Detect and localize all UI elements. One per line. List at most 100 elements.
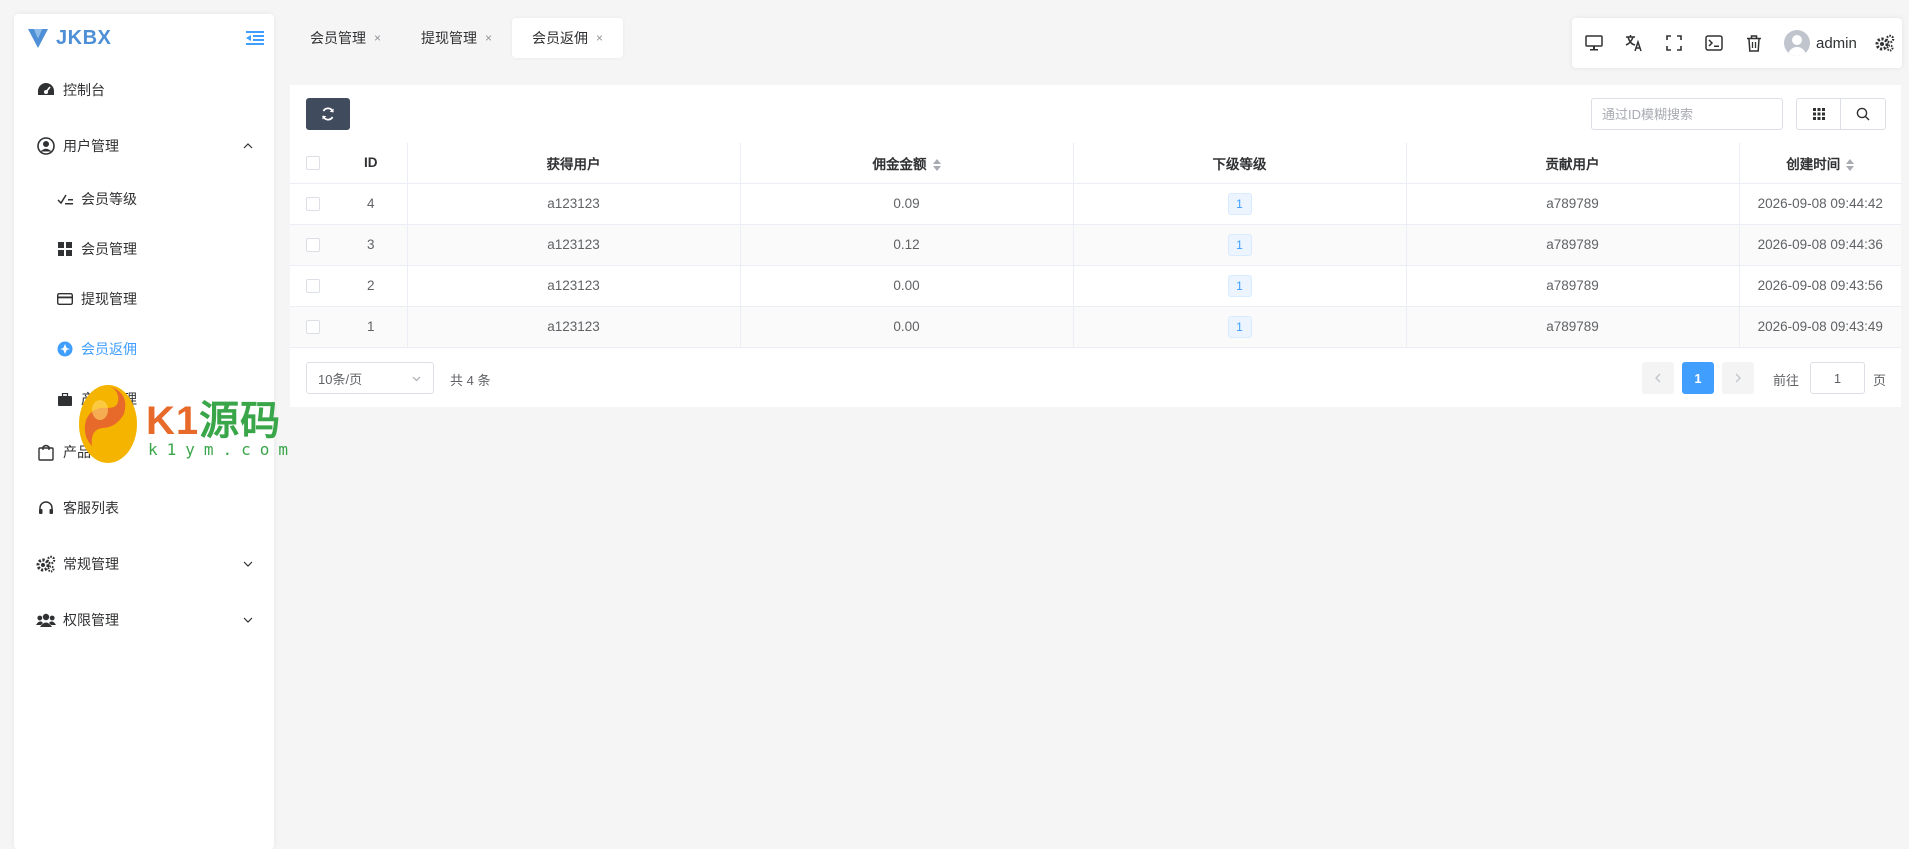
refresh-icon — [322, 107, 334, 121]
logo-text: JKBX — [56, 26, 112, 49]
user-name[interactable]: admin — [1816, 35, 1857, 52]
row-checkbox[interactable] — [305, 238, 320, 253]
row-checkbox[interactable] — [305, 320, 320, 335]
sidebar-item-dashboard[interactable]: 控制台 — [14, 62, 274, 118]
translate-icon[interactable] — [1624, 33, 1644, 53]
cell-id: 2 — [335, 265, 407, 307]
column-header-contributor: 贡献用户 — [1405, 143, 1739, 184]
cell-id: 1 — [335, 306, 407, 348]
sort-icon[interactable] — [932, 159, 941, 172]
grid-icon — [1812, 108, 1825, 120]
sidebar-item-member-level[interactable]: 会员等级 — [14, 174, 274, 224]
user-circle-icon — [36, 136, 56, 156]
row-checkbox[interactable] — [305, 279, 320, 294]
sidebar-item-label: 会员管理 — [81, 241, 137, 257]
tab-label: 提现管理 — [421, 30, 478, 46]
tab-close-icon[interactable]: × — [596, 31, 603, 45]
tab-member-management[interactable]: 会员管理 × — [290, 18, 401, 58]
tab-commission[interactable]: 会员返佣 × — [512, 18, 624, 58]
table-header-row: ID 获得用户 佣金金额 下级等级 贡献用户 创建时间 — [290, 143, 1901, 184]
commission-table: ID 获得用户 佣金金额 下级等级 贡献用户 创建时间 4 a123123 0.… — [290, 143, 1901, 348]
select-all-cell — [290, 143, 335, 184]
cell-created: 2026-09-08 09:43:49 — [1738, 306, 1901, 348]
cell-level: 1 — [1072, 306, 1406, 348]
table-row[interactable]: 4 a123123 0.09 1 a789789 2026-09-08 09:4… — [290, 183, 1901, 225]
table-tools — [1796, 98, 1886, 130]
cell-id: 4 — [335, 183, 407, 225]
cell-created: 2026-09-08 09:44:36 — [1738, 224, 1901, 266]
sidebar-item-withdrawal[interactable]: 提现管理 — [14, 274, 274, 324]
column-settings-button[interactable] — [1796, 98, 1841, 130]
page-size-value: 10条/页 — [318, 371, 363, 387]
cell-contributor: a789789 — [1405, 265, 1739, 307]
next-page-button[interactable] — [1722, 362, 1754, 394]
cell-id: 3 — [335, 224, 407, 266]
cell-amount: 0.09 — [739, 183, 1073, 225]
dashboard-icon — [36, 80, 56, 100]
sidebar-item-user-management[interactable]: 用户管理 — [14, 118, 274, 174]
sidebar-item-label: 产品管理 — [81, 391, 137, 407]
sidebar-item-customer-service[interactable]: 客服列表 — [14, 480, 274, 536]
fullscreen-icon[interactable] — [1664, 33, 1684, 53]
select-all-checkbox[interactable] — [305, 156, 320, 171]
refresh-button[interactable] — [306, 98, 350, 130]
cell-created: 2026-09-08 09:44:42 — [1738, 183, 1901, 225]
logo-icon — [28, 29, 48, 48]
table-row[interactable]: 2 a123123 0.00 1 a789789 2026-09-08 09:4… — [290, 265, 1901, 307]
cell-user: a123123 — [406, 306, 740, 348]
avatar[interactable] — [1784, 30, 1810, 56]
cell-created: 2026-09-08 09:43:56 — [1738, 265, 1901, 307]
search-input[interactable] — [1591, 98, 1783, 130]
menu-collapse-icon[interactable] — [246, 30, 264, 46]
tab-close-icon[interactable]: × — [485, 31, 492, 45]
headset-icon — [36, 498, 56, 518]
checklist-icon — [56, 190, 74, 208]
sidebar: JKBX 控制台 用户管理 会员等级 会员管理 提现管理 会员返佣 产品管理 产… — [14, 14, 274, 849]
cell-level: 1 — [1072, 224, 1406, 266]
logo-row: JKBX — [14, 14, 274, 62]
chevron-down-icon — [243, 617, 253, 623]
column-header-level: 下级等级 — [1072, 143, 1406, 184]
row-checkbox[interactable] — [305, 197, 320, 212]
sidebar-nav: 控制台 用户管理 会员等级 会员管理 提现管理 会员返佣 产品管理 产品 客服列… — [14, 62, 274, 648]
chevron-down-icon — [412, 376, 421, 382]
level-badge: 1 — [1227, 315, 1252, 338]
page-number-button[interactable]: 1 — [1682, 362, 1714, 394]
table-row[interactable]: 3 a123123 0.12 1 a789789 2026-09-08 09:4… — [290, 224, 1901, 266]
cell-contributor: a789789 — [1405, 183, 1739, 225]
trash-icon[interactable] — [1744, 33, 1764, 53]
sidebar-item-label: 产品 — [63, 444, 91, 460]
settings-icon[interactable] — [1875, 33, 1895, 53]
briefcase-icon — [56, 390, 74, 408]
sidebar-item-member-management[interactable]: 会员管理 — [14, 224, 274, 274]
sidebar-item-products[interactable]: 产品 — [14, 424, 274, 480]
sidebar-item-product-admin[interactable]: 产品管理 — [14, 374, 274, 424]
page-size-select[interactable]: 10条/页 — [306, 362, 434, 394]
sidebar-item-general-management[interactable]: 常规管理 — [14, 536, 274, 592]
cell-user: a123123 — [406, 183, 740, 225]
sidebar-item-permission-management[interactable]: 权限管理 — [14, 592, 274, 648]
tab-close-icon[interactable]: × — [374, 31, 381, 45]
cell-amount: 0.00 — [739, 265, 1073, 307]
tab-label: 会员返佣 — [532, 30, 589, 46]
column-header-created[interactable]: 创建时间 — [1738, 143, 1901, 184]
cell-user: a123123 — [406, 265, 740, 307]
chevron-up-icon — [243, 143, 253, 149]
sidebar-item-label: 客服列表 — [63, 500, 119, 516]
tab-withdrawal[interactable]: 提现管理 × — [401, 18, 512, 58]
column-header-amount[interactable]: 佣金金额 — [739, 143, 1073, 184]
sidebar-item-label: 用户管理 — [63, 138, 119, 154]
table-row[interactable]: 1 a123123 0.00 1 a789789 2026-09-08 09:4… — [290, 306, 1901, 348]
monitor-icon[interactable] — [1584, 33, 1604, 53]
terminal-icon[interactable] — [1704, 33, 1724, 53]
search-button[interactable] — [1841, 98, 1886, 130]
shopping-bag-icon — [36, 442, 56, 462]
sidebar-item-label: 会员等级 — [81, 191, 137, 207]
users-icon — [36, 610, 56, 630]
sort-icon[interactable] — [1846, 159, 1855, 172]
sidebar-item-commission[interactable]: 会员返佣 — [14, 324, 274, 374]
goto-label: 前往 — [1773, 373, 1800, 388]
page-suffix: 页 — [1873, 373, 1887, 388]
goto-page-input[interactable] — [1810, 362, 1865, 394]
prev-page-button[interactable] — [1642, 362, 1674, 394]
